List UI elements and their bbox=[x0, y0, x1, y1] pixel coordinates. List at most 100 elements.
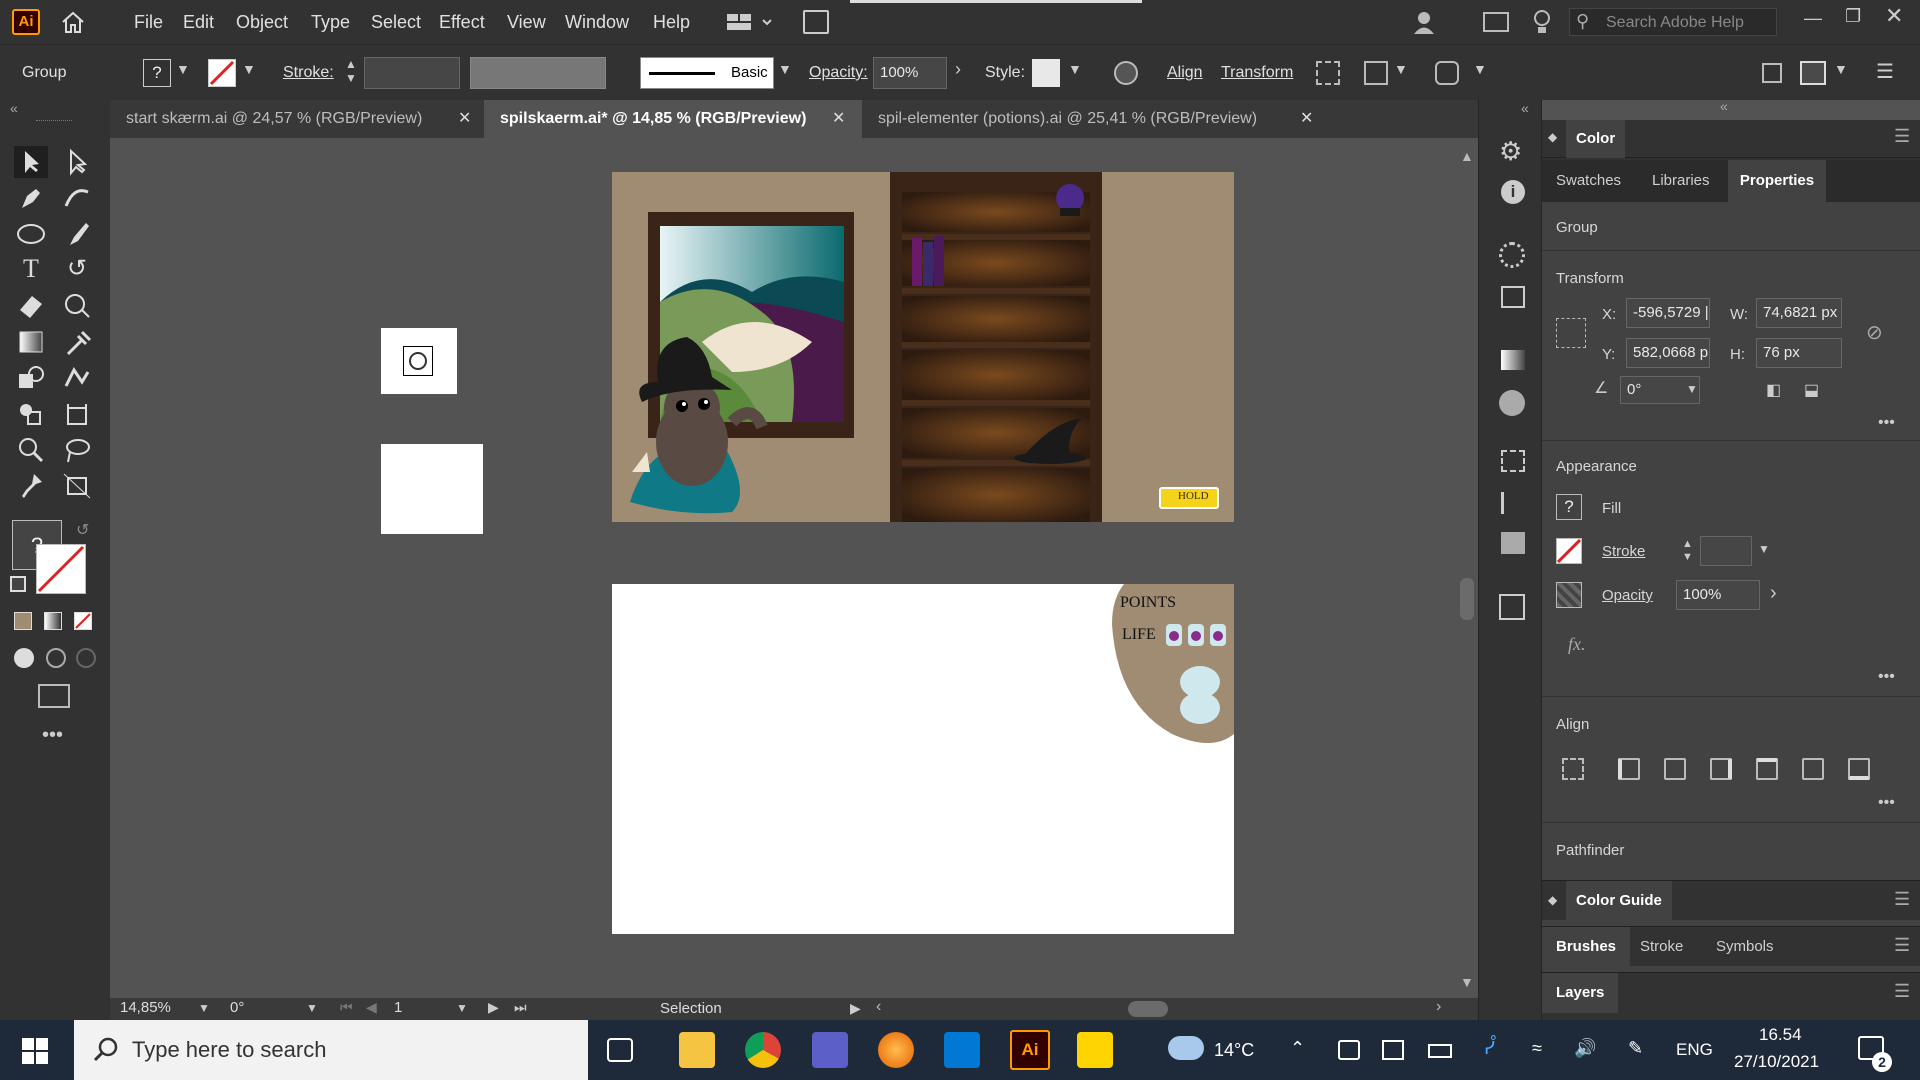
language-indicator[interactable]: ENG bbox=[1676, 1040, 1713, 1060]
task-view-icon[interactable] bbox=[607, 1038, 633, 1062]
home-icon[interactable] bbox=[60, 10, 86, 34]
y-input[interactable]: 582,0668 p bbox=[1626, 338, 1710, 368]
draw-normal-icon[interactable] bbox=[14, 648, 34, 668]
more-options-icon[interactable]: ••• bbox=[1878, 414, 1895, 432]
menu-file[interactable]: File bbox=[134, 0, 163, 44]
file-explorer-icon[interactable] bbox=[679, 1032, 715, 1068]
white-rectangle-object[interactable] bbox=[381, 444, 483, 534]
artboard-dropdown-icon[interactable]: ▼ bbox=[456, 1001, 468, 1015]
system-tray-expand-icon[interactable]: ⌃ bbox=[1290, 1038, 1305, 1059]
stroke-label[interactable]: Stroke: bbox=[283, 45, 334, 101]
none-mode-button[interactable] bbox=[74, 612, 92, 630]
menu-help[interactable]: Help bbox=[653, 0, 690, 44]
restore-button[interactable]: ❐ bbox=[1845, 6, 1861, 27]
vertical-scrollbar[interactable]: ▲ ▼ bbox=[1458, 148, 1476, 994]
brush-dropdown-icon[interactable]: ▼ bbox=[778, 61, 792, 77]
scroll-right-icon[interactable]: › bbox=[1436, 998, 1441, 1016]
artboard-number-input[interactable]: 1 bbox=[394, 999, 402, 1016]
tab-close-icon[interactable]: ✕ bbox=[832, 100, 845, 138]
x-input[interactable]: -596,5729 | bbox=[1626, 298, 1710, 328]
paintbrush-tool-icon[interactable] bbox=[60, 218, 94, 250]
artboard-tool-icon[interactable] bbox=[60, 398, 94, 430]
pen-menu-icon[interactable]: ✎ bbox=[1628, 1038, 1643, 1059]
style-dropdown-icon[interactable]: ▼ bbox=[1068, 61, 1082, 77]
flip-horizontal-icon[interactable]: ◧ bbox=[1766, 380, 1781, 400]
draw-inside-icon[interactable] bbox=[76, 648, 96, 668]
menu-select[interactable]: Select bbox=[371, 0, 421, 44]
fill-swatch-panel[interactable]: ? bbox=[1556, 494, 1582, 520]
stroke-weight-stepper[interactable]: ▲ ▼ bbox=[345, 57, 357, 85]
draw-behind-icon[interactable] bbox=[46, 648, 66, 668]
curvature-tool-icon[interactable] bbox=[60, 182, 94, 214]
fill-dropdown-icon[interactable]: ▼ bbox=[176, 61, 190, 77]
crop-image-tool-icon[interactable] bbox=[60, 470, 94, 502]
stroke-swatch[interactable] bbox=[208, 59, 236, 87]
gradient-mode-button[interactable] bbox=[44, 612, 62, 630]
collapse-arrow-icon[interactable]: ◆ bbox=[1548, 893, 1557, 907]
selected-group-object[interactable] bbox=[381, 328, 457, 394]
rotation-dropdown-icon[interactable]: ▼ bbox=[306, 1001, 318, 1015]
fill-swatch[interactable]: ? bbox=[143, 59, 171, 87]
opacity-input[interactable]: 100% bbox=[873, 57, 947, 89]
default-fill-stroke-icon[interactable] bbox=[10, 576, 26, 592]
artboards-panel-icon[interactable] bbox=[1501, 450, 1525, 472]
rotation-input[interactable]: 0° bbox=[230, 999, 244, 1016]
pathfinder-panel-icon[interactable] bbox=[1501, 532, 1525, 554]
align-to-dropdown-icon[interactable] bbox=[1562, 758, 1584, 780]
scroll-down-icon[interactable]: ▼ bbox=[1460, 974, 1474, 990]
transform-link[interactable]: Transform bbox=[1221, 45, 1293, 101]
pin-tool-icon[interactable] bbox=[14, 470, 48, 502]
eraser-tool-icon[interactable] bbox=[14, 290, 48, 322]
previous-artboard-icon[interactable]: ◀ bbox=[366, 999, 377, 1016]
tab-properties[interactable]: Properties bbox=[1728, 160, 1826, 202]
volume-icon[interactable]: 🔊 bbox=[1574, 1038, 1596, 1059]
panel-menu-icon[interactable]: ☰ bbox=[1894, 126, 1910, 147]
stroke-label-panel[interactable]: Stroke bbox=[1602, 543, 1645, 560]
arrange-documents-icon[interactable] bbox=[803, 10, 829, 34]
chrome-icon[interactable] bbox=[745, 1032, 781, 1068]
control-bar-menu-icon[interactable]: ☰ bbox=[1876, 59, 1894, 84]
status-menu-icon[interactable]: ▶ bbox=[850, 1000, 861, 1017]
menu-edit[interactable]: Edit bbox=[183, 0, 214, 44]
ellipse-tool-icon[interactable] bbox=[14, 218, 48, 250]
transparency-icon[interactable] bbox=[1499, 390, 1525, 416]
opacity-label[interactable]: Opacity: bbox=[809, 45, 868, 101]
menu-window[interactable]: Window bbox=[565, 0, 629, 44]
opacity-label-panel[interactable]: Opacity bbox=[1602, 587, 1653, 604]
collapse-arrow-icon[interactable]: ◆ bbox=[1548, 130, 1557, 144]
menu-effect[interactable]: Effect bbox=[439, 0, 485, 44]
shape-builder-tool-icon[interactable] bbox=[14, 362, 48, 394]
next-artboard-icon[interactable]: ▶ bbox=[488, 999, 499, 1016]
flip-vertical-icon[interactable]: ⬓ bbox=[1804, 380, 1819, 400]
firefox-icon[interactable] bbox=[878, 1032, 914, 1068]
stroke-weight-input-panel[interactable] bbox=[1700, 536, 1752, 566]
align-bottom-icon[interactable] bbox=[1848, 758, 1870, 780]
gradient-tool-icon[interactable] bbox=[14, 326, 48, 358]
tab-brushes[interactable]: Brushes bbox=[1542, 927, 1631, 967]
battery-icon[interactable] bbox=[1428, 1044, 1452, 1058]
isolate-group-icon[interactable] bbox=[1316, 61, 1340, 85]
align-link[interactable]: Align bbox=[1167, 45, 1203, 101]
panel-menu-icon[interactable]: ☰ bbox=[1894, 935, 1910, 956]
more-options-icon[interactable]: ••• bbox=[1878, 794, 1895, 812]
brush-definition[interactable]: Basic bbox=[640, 57, 774, 89]
minimize-button[interactable]: — bbox=[1804, 8, 1822, 29]
panel-toggle-icon[interactable] bbox=[1483, 12, 1509, 32]
asset-export-icon[interactable] bbox=[1501, 286, 1525, 308]
align-vertical-center-icon[interactable] bbox=[1802, 758, 1824, 780]
panel-layout-dropdown-icon[interactable]: ▼ bbox=[1834, 61, 1848, 77]
tab-libraries[interactable]: Libraries bbox=[1652, 160, 1710, 202]
rotate-tool-icon[interactable]: ↺ bbox=[60, 254, 94, 286]
variable-width-profile[interactable] bbox=[470, 57, 606, 89]
collapse-panel-icon[interactable]: « bbox=[1720, 98, 1728, 114]
menu-type[interactable]: Type bbox=[311, 0, 350, 44]
panel-layout-icon[interactable] bbox=[1800, 61, 1826, 85]
panel-menu-icon[interactable]: ☰ bbox=[1894, 889, 1910, 910]
display-icon[interactable] bbox=[1382, 1040, 1404, 1060]
teams-icon[interactable] bbox=[812, 1032, 848, 1068]
wifi-icon[interactable]: ≈ bbox=[1532, 1038, 1542, 1059]
stroke-dropdown-icon[interactable]: ▼ bbox=[242, 61, 256, 77]
meet-now-icon[interactable] bbox=[1338, 1040, 1360, 1060]
pen-tool-icon[interactable] bbox=[14, 182, 48, 214]
lasso-tool-icon[interactable] bbox=[60, 434, 94, 466]
